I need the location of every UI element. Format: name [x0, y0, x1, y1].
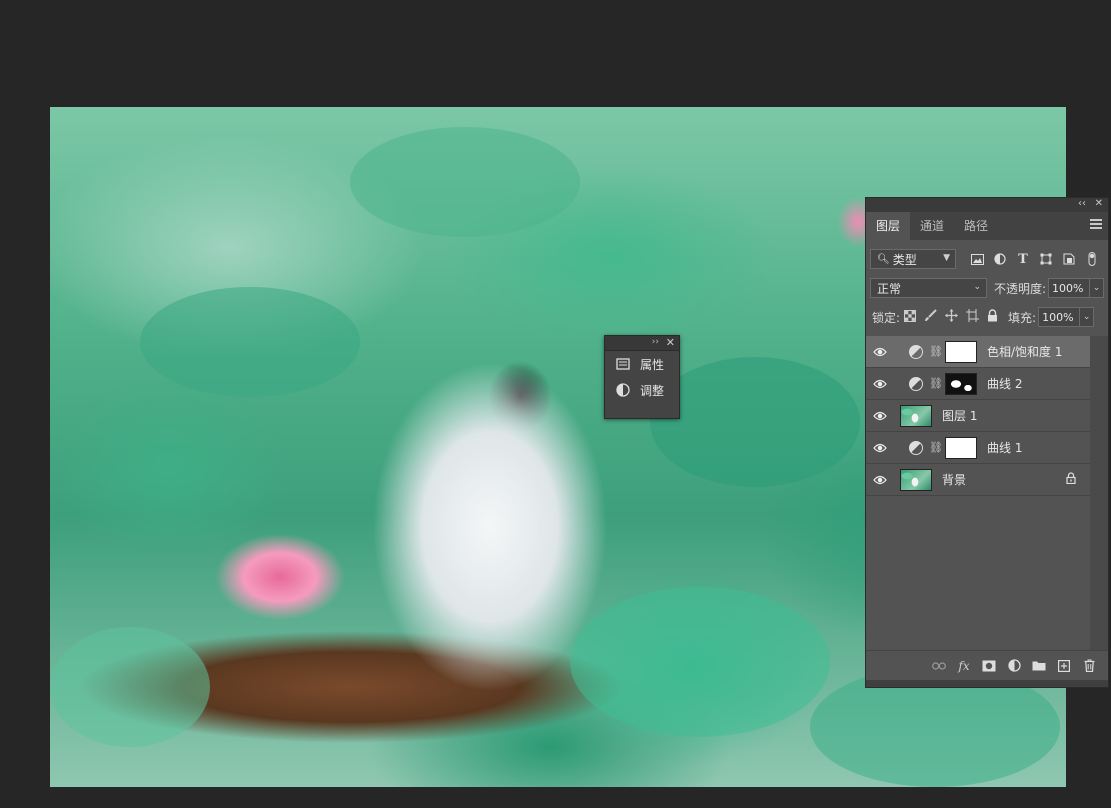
new-group-icon[interactable]: [1032, 659, 1046, 673]
layer-name[interactable]: 背景: [942, 471, 966, 488]
layer-row[interactable]: ⛓ 曲线 2: [866, 368, 1090, 400]
chevron-down-icon: ▼: [943, 253, 950, 263]
layer-list-scrollbar[interactable]: [1090, 336, 1108, 651]
filter-type-label: 类型: [892, 252, 917, 267]
filter-type-select[interactable]: 🔍︎ 类型 ▼: [870, 249, 956, 269]
blend-mode-value: 正常: [877, 281, 902, 296]
opacity-input[interactable]: 100%: [1048, 278, 1091, 298]
link-layers-icon[interactable]: [932, 659, 946, 673]
mini-panel-item-properties[interactable]: 属性: [605, 351, 679, 377]
lock-brush-icon[interactable]: [924, 309, 937, 325]
eye-icon[interactable]: [866, 347, 894, 357]
lock-label: 锁定:: [872, 310, 901, 325]
mini-panel: ›› ✕ 属性 调整: [604, 335, 680, 419]
layer-mask-thumbnail[interactable]: [945, 340, 977, 363]
filter-toggle-icon[interactable]: [1085, 252, 1099, 266]
layer-name[interactable]: 曲线 1: [987, 439, 1022, 456]
layer-mask-thumbnail[interactable]: [945, 372, 977, 395]
photo-leaf: [140, 287, 360, 397]
layer-list: ⛓ 色相/饱和度 1 ⛓ 曲线 2 图层 1 ⛓ 曲线 1 背景: [866, 336, 1090, 496]
panel-tabs: 图层 通道 路径: [866, 212, 1108, 241]
filter-row: 🔍︎ 类型 ▼ T: [870, 249, 1108, 269]
adjustment-layer-icon: [909, 440, 923, 455]
new-adjustment-icon[interactable]: [1007, 659, 1021, 673]
photo-leaf: [570, 587, 830, 737]
adjustment-layer-icon: [909, 344, 923, 359]
adjustments-icon: [615, 382, 631, 398]
tab-channels[interactable]: 通道: [910, 212, 954, 240]
chevron-down-icon[interactable]: ⌄: [1090, 278, 1105, 298]
new-layer-icon[interactable]: [1057, 659, 1071, 673]
layer-name[interactable]: 色相/饱和度 1: [987, 343, 1063, 360]
lock-all-icon[interactable]: [987, 309, 998, 325]
fx-icon[interactable]: fx: [957, 659, 971, 673]
link-icon[interactable]: ⛓: [929, 441, 943, 454]
lock-icon[interactable]: [1066, 472, 1076, 487]
lock-transparent-icon[interactable]: [904, 309, 917, 325]
expand-icon[interactable]: ››: [652, 337, 659, 347]
layer-thumbnail[interactable]: [900, 404, 932, 427]
layer-row[interactable]: ⛓ 色相/饱和度 1: [866, 336, 1090, 368]
lock-row: 锁定: 填充: 100% ⌄: [872, 307, 1108, 327]
eye-icon[interactable]: [866, 443, 894, 453]
tab-layers[interactable]: 图层: [866, 212, 911, 240]
layer-name[interactable]: 曲线 2: [987, 375, 1022, 392]
mini-panel-item-label: 调整: [640, 383, 665, 398]
panel-menu-icon[interactable]: [1090, 219, 1102, 231]
properties-icon: [615, 356, 631, 372]
photo-leaf: [650, 357, 860, 487]
link-icon[interactable]: ⛓: [929, 345, 943, 358]
eye-icon[interactable]: [866, 379, 894, 389]
layers-bottom-toolbar: fx: [866, 650, 1108, 680]
close-icon[interactable]: ✕: [666, 336, 675, 349]
lock-artboard-icon[interactable]: [966, 309, 980, 325]
fill-input[interactable]: 100%: [1038, 307, 1081, 327]
eye-icon[interactable]: [866, 411, 894, 421]
blend-mode-select[interactable]: 正常 ⌄: [870, 278, 987, 298]
mini-panel-item-label: 属性: [640, 357, 665, 372]
layer-thumbnail[interactable]: [900, 468, 932, 491]
collapse-icon[interactable]: ‹‹: [1078, 198, 1086, 209]
search-icon: 🔍︎: [877, 253, 890, 265]
panel-resize-strip[interactable]: [866, 680, 1108, 687]
layer-mask-thumbnail[interactable]: [945, 436, 977, 459]
eye-icon[interactable]: [866, 475, 894, 485]
layer-row[interactable]: 图层 1: [866, 400, 1090, 432]
filter-adjustment-icon[interactable]: [993, 252, 1007, 266]
filter-smart-object-icon[interactable]: [1062, 252, 1076, 266]
adjustment-layer-icon: [909, 376, 923, 391]
photo-leaf: [50, 627, 210, 747]
layers-panel: ‹‹ ✕ 图层 通道 路径 🔍︎ 类型 ▼ T 正常 ⌄ 不透明度: 100% …: [865, 197, 1109, 688]
blend-row: 正常 ⌄ 不透明度: 100% ⌄: [870, 278, 1108, 298]
layer-name[interactable]: 图层 1: [942, 407, 977, 424]
lock-move-icon[interactable]: [945, 309, 959, 325]
chevron-down-icon: ⌄: [973, 282, 981, 292]
close-icon[interactable]: ✕: [1095, 198, 1103, 209]
add-mask-icon[interactable]: [982, 659, 996, 673]
mini-panel-titlebar[interactable]: ›› ✕: [605, 336, 679, 351]
chevron-down-icon[interactable]: ⌄: [1080, 307, 1095, 327]
panel-titlebar[interactable]: ‹‹ ✕: [866, 198, 1108, 212]
trash-icon[interactable]: [1082, 659, 1096, 673]
filter-type-icon[interactable]: T: [1016, 252, 1030, 267]
filter-shape-icon[interactable]: [1039, 252, 1053, 266]
layer-row[interactable]: ⛓ 曲线 1: [866, 432, 1090, 464]
mini-panel-item-adjustments[interactable]: 调整: [605, 377, 679, 403]
filter-pixel-icon[interactable]: [970, 252, 984, 266]
photo-leaf: [350, 127, 580, 237]
layer-row[interactable]: 背景: [866, 464, 1090, 496]
link-icon[interactable]: ⛓: [929, 377, 943, 390]
fill-label: 填充:: [1008, 310, 1037, 325]
tab-paths[interactable]: 路径: [954, 212, 998, 240]
opacity-label: 不透明度:: [994, 281, 1047, 296]
